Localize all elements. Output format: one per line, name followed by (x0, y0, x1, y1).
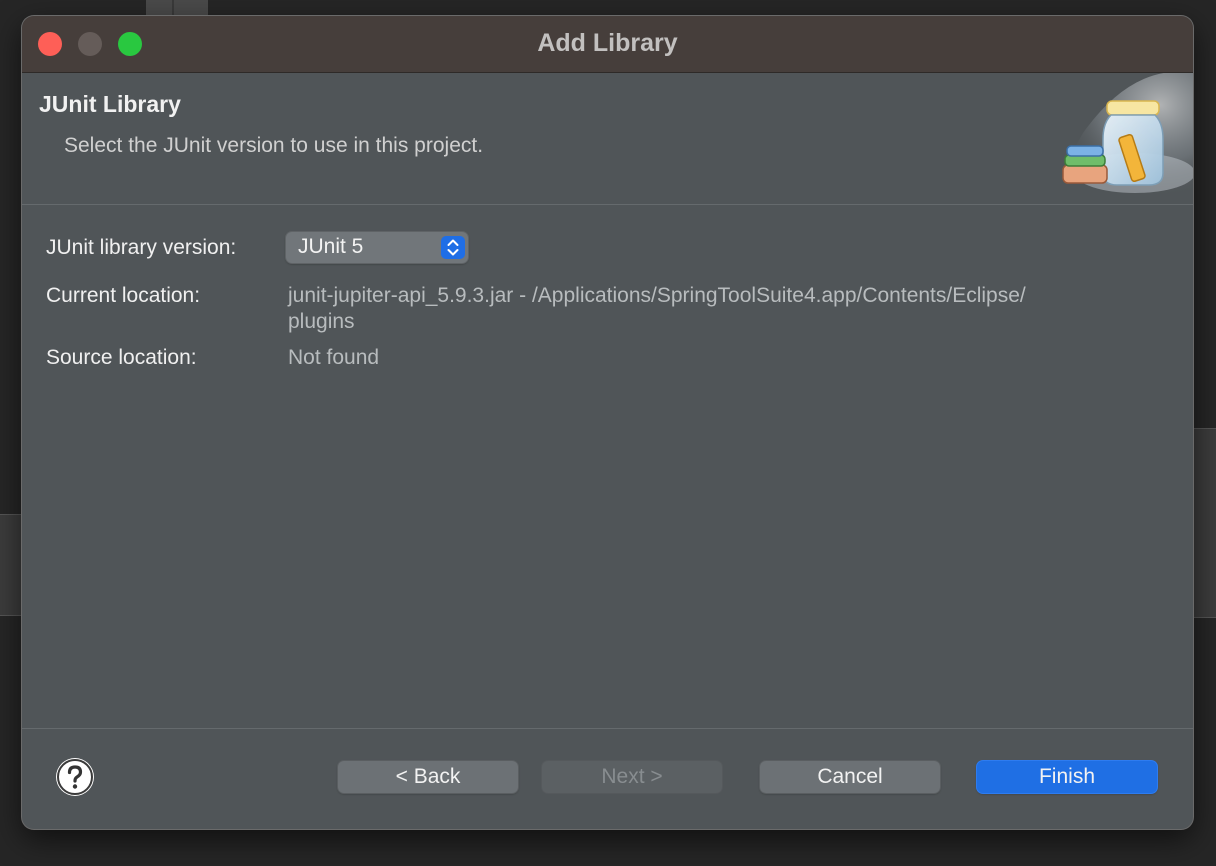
help-icon[interactable] (56, 758, 94, 796)
background-window-fragment-left (0, 514, 24, 616)
library-jar-icon (1043, 73, 1193, 204)
current-location-line1: junit-jupiter-api_5.9.3.jar - /Applicati… (288, 284, 1026, 307)
footer-separator (22, 728, 1193, 729)
source-location-value: Not found (288, 346, 380, 369)
junit-version-select[interactable]: JUnit 5 (286, 232, 468, 263)
page-title: JUnit Library (39, 91, 181, 117)
source-location-label: Source location: (46, 346, 197, 369)
chevron-updown-icon (441, 236, 465, 259)
current-location-label: Current location: (46, 284, 201, 307)
next-button[interactable]: Next > (542, 761, 722, 793)
title-bar: Add Library (22, 16, 1193, 73)
version-label: JUnit library version: (46, 236, 237, 259)
background-window-fragment-right (1192, 428, 1216, 618)
cancel-button[interactable]: Cancel (760, 761, 940, 793)
page-description: Select the JUnit version to use in this … (64, 134, 484, 157)
wizard-header: JUnit Library Select the JUnit version t… (22, 73, 1193, 204)
current-location-line2: plugins (288, 310, 355, 333)
current-location-value: junit-jupiter-api_5.9.3.jar - /Applicati… (288, 283, 1026, 335)
window-title: Add Library (537, 29, 678, 57)
back-button[interactable]: < Back (338, 761, 518, 793)
header-separator (22, 204, 1193, 205)
add-library-dialog: Add Library JUnit Library Select the JUn… (22, 16, 1193, 829)
finish-button[interactable]: Finish (977, 761, 1157, 793)
junit-version-value: JUnit 5 (298, 235, 364, 258)
